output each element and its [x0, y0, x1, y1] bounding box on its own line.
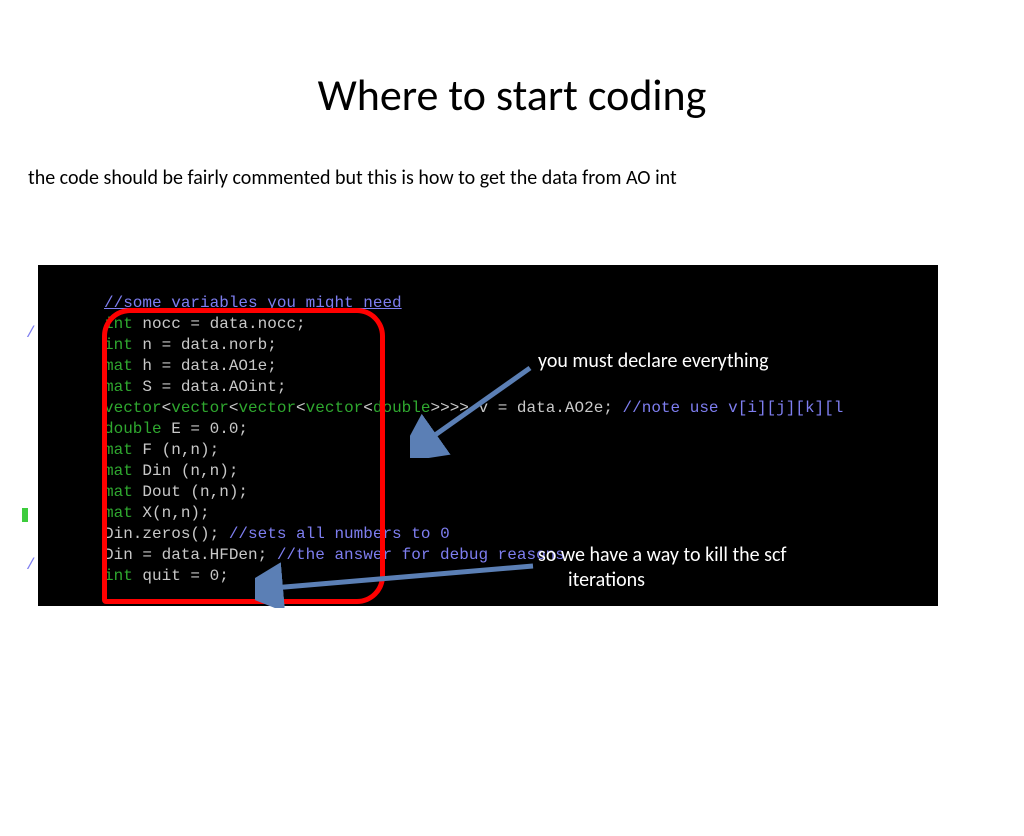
- margin-slash: /: [26, 556, 36, 574]
- code-keyword: double: [104, 420, 162, 438]
- code-keyword: vector: [306, 399, 364, 417]
- code-comment: //the answer for debug reasons: [277, 546, 565, 564]
- code-text: Din = data.HFDen;: [104, 546, 277, 564]
- code-keyword: mat: [104, 504, 133, 522]
- code-text: <: [296, 399, 306, 417]
- code-text: h = data.AO1e;: [133, 357, 277, 375]
- code-text: <: [162, 399, 172, 417]
- code-keyword: vector: [238, 399, 296, 417]
- code-text: <: [363, 399, 373, 417]
- annotation-line: iterations: [538, 568, 787, 593]
- green-marker: [22, 508, 28, 522]
- code-text: Dout (n,n);: [133, 483, 248, 501]
- code-text: Din (n,n);: [133, 462, 239, 480]
- code-keyword: double: [373, 399, 431, 417]
- code-text: E = 0.0;: [162, 420, 248, 438]
- slide-title: Where to start coding: [0, 68, 1024, 122]
- slide-subtitle: the code should be fairly commented but …: [28, 166, 1024, 190]
- margin-slash: /: [26, 324, 36, 342]
- code-keyword: int: [104, 315, 133, 333]
- code-keyword: mat: [104, 441, 133, 459]
- code-keyword: vector: [104, 399, 162, 417]
- code-text: n = data.norb;: [133, 336, 277, 354]
- code-keyword: mat: [104, 462, 133, 480]
- code-text: <: [229, 399, 239, 417]
- code-keyword: int: [104, 567, 133, 585]
- annotation-declare: you must declare everything: [538, 349, 769, 374]
- code-text: S = data.AOint;: [133, 378, 287, 396]
- annotation-line: so we have a way to kill the scf: [538, 543, 787, 568]
- annotation-kill-scf: so we have a way to kill the scf iterati…: [538, 543, 787, 593]
- code-comment: //some variables you might need: [104, 294, 402, 312]
- code-keyword: mat: [104, 483, 133, 501]
- code-keyword: int: [104, 336, 133, 354]
- code-keyword: mat: [104, 357, 133, 375]
- code-keyword: vector: [171, 399, 229, 417]
- code-text: F (n,n);: [133, 441, 219, 459]
- code-comment: //note use v[i][j][k][l: [623, 399, 844, 417]
- code-text: Din.zeros();: [104, 525, 229, 543]
- code-comment: //sets all numbers to 0: [229, 525, 450, 543]
- code-text: nocc = data.nocc;: [133, 315, 306, 333]
- code-text: X(n,n);: [133, 504, 210, 522]
- code-keyword: mat: [104, 378, 133, 396]
- code-screenshot: //some variables you might need int nocc…: [38, 265, 938, 606]
- code-text: >>>> v = data.AO2e;: [430, 399, 622, 417]
- code-text: quit = 0;: [133, 567, 229, 585]
